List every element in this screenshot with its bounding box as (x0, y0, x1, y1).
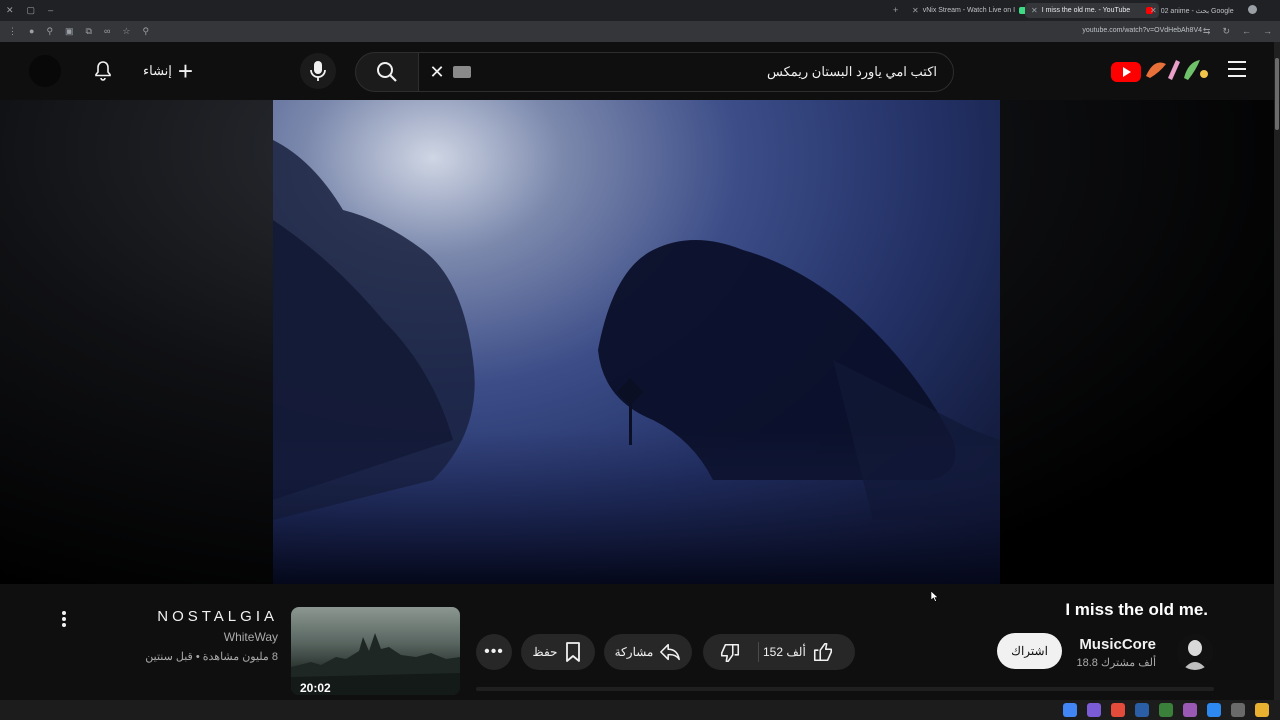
like-dislike-segmented: 152 ألف (703, 634, 855, 670)
foggy-forest-scene (273, 140, 1000, 584)
page-scrollbar-thumb[interactable] (1275, 58, 1279, 130)
next-video-channel[interactable]: WhiteWay (224, 630, 278, 644)
save-label: حفظ (532, 645, 558, 659)
description-box-edge (476, 687, 1214, 691)
share-label: مشاركة (614, 645, 654, 659)
mail-icon[interactable] (1207, 703, 1221, 717)
profile-icon[interactable] (1248, 5, 1257, 14)
thumbs-down-icon (720, 643, 740, 663)
more-horizontal-icon: ••• (484, 643, 504, 660)
video-player[interactable] (0, 100, 1274, 584)
search-query-text: اكتب امي ياورد البستان ريمكس (767, 64, 937, 79)
tab-youtube[interactable]: ✕ I miss the old me. - YouTube (1025, 3, 1160, 18)
channel-avatar-image (1177, 634, 1213, 670)
channel-avatar[interactable] (1177, 634, 1213, 670)
close-tab-icon[interactable]: ✕ (912, 6, 919, 15)
steam-icon[interactable] (1135, 703, 1149, 717)
reload-icon[interactable]: ↻ (1222, 26, 1230, 37)
address-bar: ⋮ ● ⚲ ▣ ⧉ ∞ ☆ ⚲ youtube.com/watch?v=OVdH… (0, 21, 1280, 42)
subscriber-count: 18.8 ألف مشترك (1076, 657, 1156, 669)
app-icon[interactable] (1183, 703, 1197, 717)
search-icon (377, 62, 397, 82)
next-video-options-icon[interactable] (62, 611, 68, 629)
copy-icon[interactable]: ⧉ (86, 26, 92, 37)
tab-title: I miss the old me. - YouTube (1041, 7, 1131, 14)
close-tab-icon[interactable]: ✕ (1031, 6, 1038, 15)
create-label: إنشاء (143, 63, 172, 78)
page-scrollbar-track[interactable] (1274, 42, 1280, 700)
search-input[interactable]: ✕ اكتب امي ياورد البستان ريمكس (418, 52, 954, 92)
bookmark-icon (566, 642, 581, 662)
next-video-duration: 20:02 (300, 681, 331, 695)
browser-toolbar-left: ⋮ ● ⚲ ▣ ⧉ ∞ ☆ ⚲ (8, 26, 149, 37)
browser-tab-bar: ✕ ▢ – + ✕ vNix Stream - Watch Live on I … (0, 0, 1280, 21)
tab-google[interactable]: ✕ 02 anime - بحث Google (1144, 3, 1240, 18)
screenshot-icon[interactable]: ▣ (65, 26, 74, 37)
next-video-meta: 8 مليون مشاهدة • قبل سنتين (145, 651, 278, 663)
next-video-title[interactable]: NOSTALGIA (157, 608, 278, 625)
plus-icon: + (177, 56, 194, 86)
url-text[interactable]: youtube.com/watch?v=OVdHebAh8V4 (1082, 27, 1202, 34)
window-controls: ✕ ▢ – (6, 5, 53, 16)
minimize-window-icon[interactable]: – (48, 5, 53, 16)
clear-search-icon[interactable]: ✕ (427, 62, 447, 82)
tab-title: 02 anime - بحث Google (1160, 7, 1234, 15)
taskbar-icons (1063, 703, 1269, 717)
discord-icon[interactable] (1087, 703, 1101, 717)
menu-dots-icon[interactable]: ⋮ (8, 26, 17, 37)
tab-vnix[interactable]: ✕ vNix Stream - Watch Live on I (906, 3, 1032, 18)
video-title: I miss the old me. (1065, 600, 1208, 619)
like-divider (758, 642, 759, 662)
like-count: 152 ألف (763, 645, 806, 659)
video-info: I miss the old me. MusicCore 18.8 ألف مش… (0, 584, 1274, 700)
youtube-header: إنشاء + ✕ اكتب امي ياورد البستان ريمكس (0, 42, 1274, 100)
browser-nav: ⇆ ↻ ← → (1203, 26, 1272, 37)
search-button[interactable] (355, 52, 419, 92)
extension-icon[interactable]: ● (29, 26, 34, 37)
account-avatar[interactable] (29, 55, 61, 87)
voice-search-button[interactable] (300, 53, 336, 89)
translate-icon[interactable]: ⚲ (46, 26, 53, 37)
file-explorer-icon[interactable] (1255, 703, 1269, 717)
store-icon[interactable] (1231, 703, 1245, 717)
close-tab-icon[interactable]: ✕ (1150, 6, 1157, 15)
subscribe-button[interactable]: اشتراك (997, 633, 1062, 669)
like-button[interactable]: 152 ألف (763, 634, 834, 670)
keyboard-icon[interactable] (453, 66, 471, 78)
bookmark-star-icon[interactable]: ☆ (122, 26, 130, 37)
mouse-cursor-icon (931, 591, 939, 602)
reader-icon[interactable]: ∞ (104, 26, 110, 37)
video-frame[interactable] (273, 100, 1000, 584)
opera-icon[interactable] (1111, 703, 1125, 717)
forward-icon[interactable]: ← (1242, 26, 1251, 37)
maximize-window-icon[interactable]: ▢ (27, 5, 36, 16)
new-tab-icon[interactable]: + (893, 5, 898, 15)
zoom-icon[interactable]: ⚲ (142, 26, 149, 37)
back-icon[interactable]: → (1263, 26, 1272, 37)
create-button[interactable]: إنشاء + (143, 56, 193, 86)
dislike-button[interactable] (719, 642, 741, 667)
guide-menu-icon[interactable] (1228, 61, 1246, 77)
tab-title: vNix Stream - Watch Live on I (922, 7, 1016, 14)
site-settings-icon[interactable]: ⇆ (1203, 26, 1211, 37)
chrome-icon[interactable] (1063, 703, 1077, 717)
youtube-doodle-icon[interactable] (1142, 54, 1212, 84)
os-taskbar (0, 700, 1280, 720)
minecraft-icon[interactable] (1159, 703, 1173, 717)
youtube-logo-icon[interactable] (1111, 62, 1141, 82)
share-button[interactable]: مشاركة (604, 634, 692, 670)
microphone-icon (310, 61, 326, 81)
channel-name[interactable]: MusicCore (1079, 636, 1156, 653)
close-window-icon[interactable]: ✕ (6, 5, 14, 16)
more-actions-button[interactable]: ••• (476, 634, 512, 670)
thumbs-up-icon (813, 642, 832, 662)
save-button[interactable]: حفظ (521, 634, 595, 670)
notifications-bell-icon[interactable] (91, 59, 115, 83)
share-arrow-icon (660, 643, 681, 661)
